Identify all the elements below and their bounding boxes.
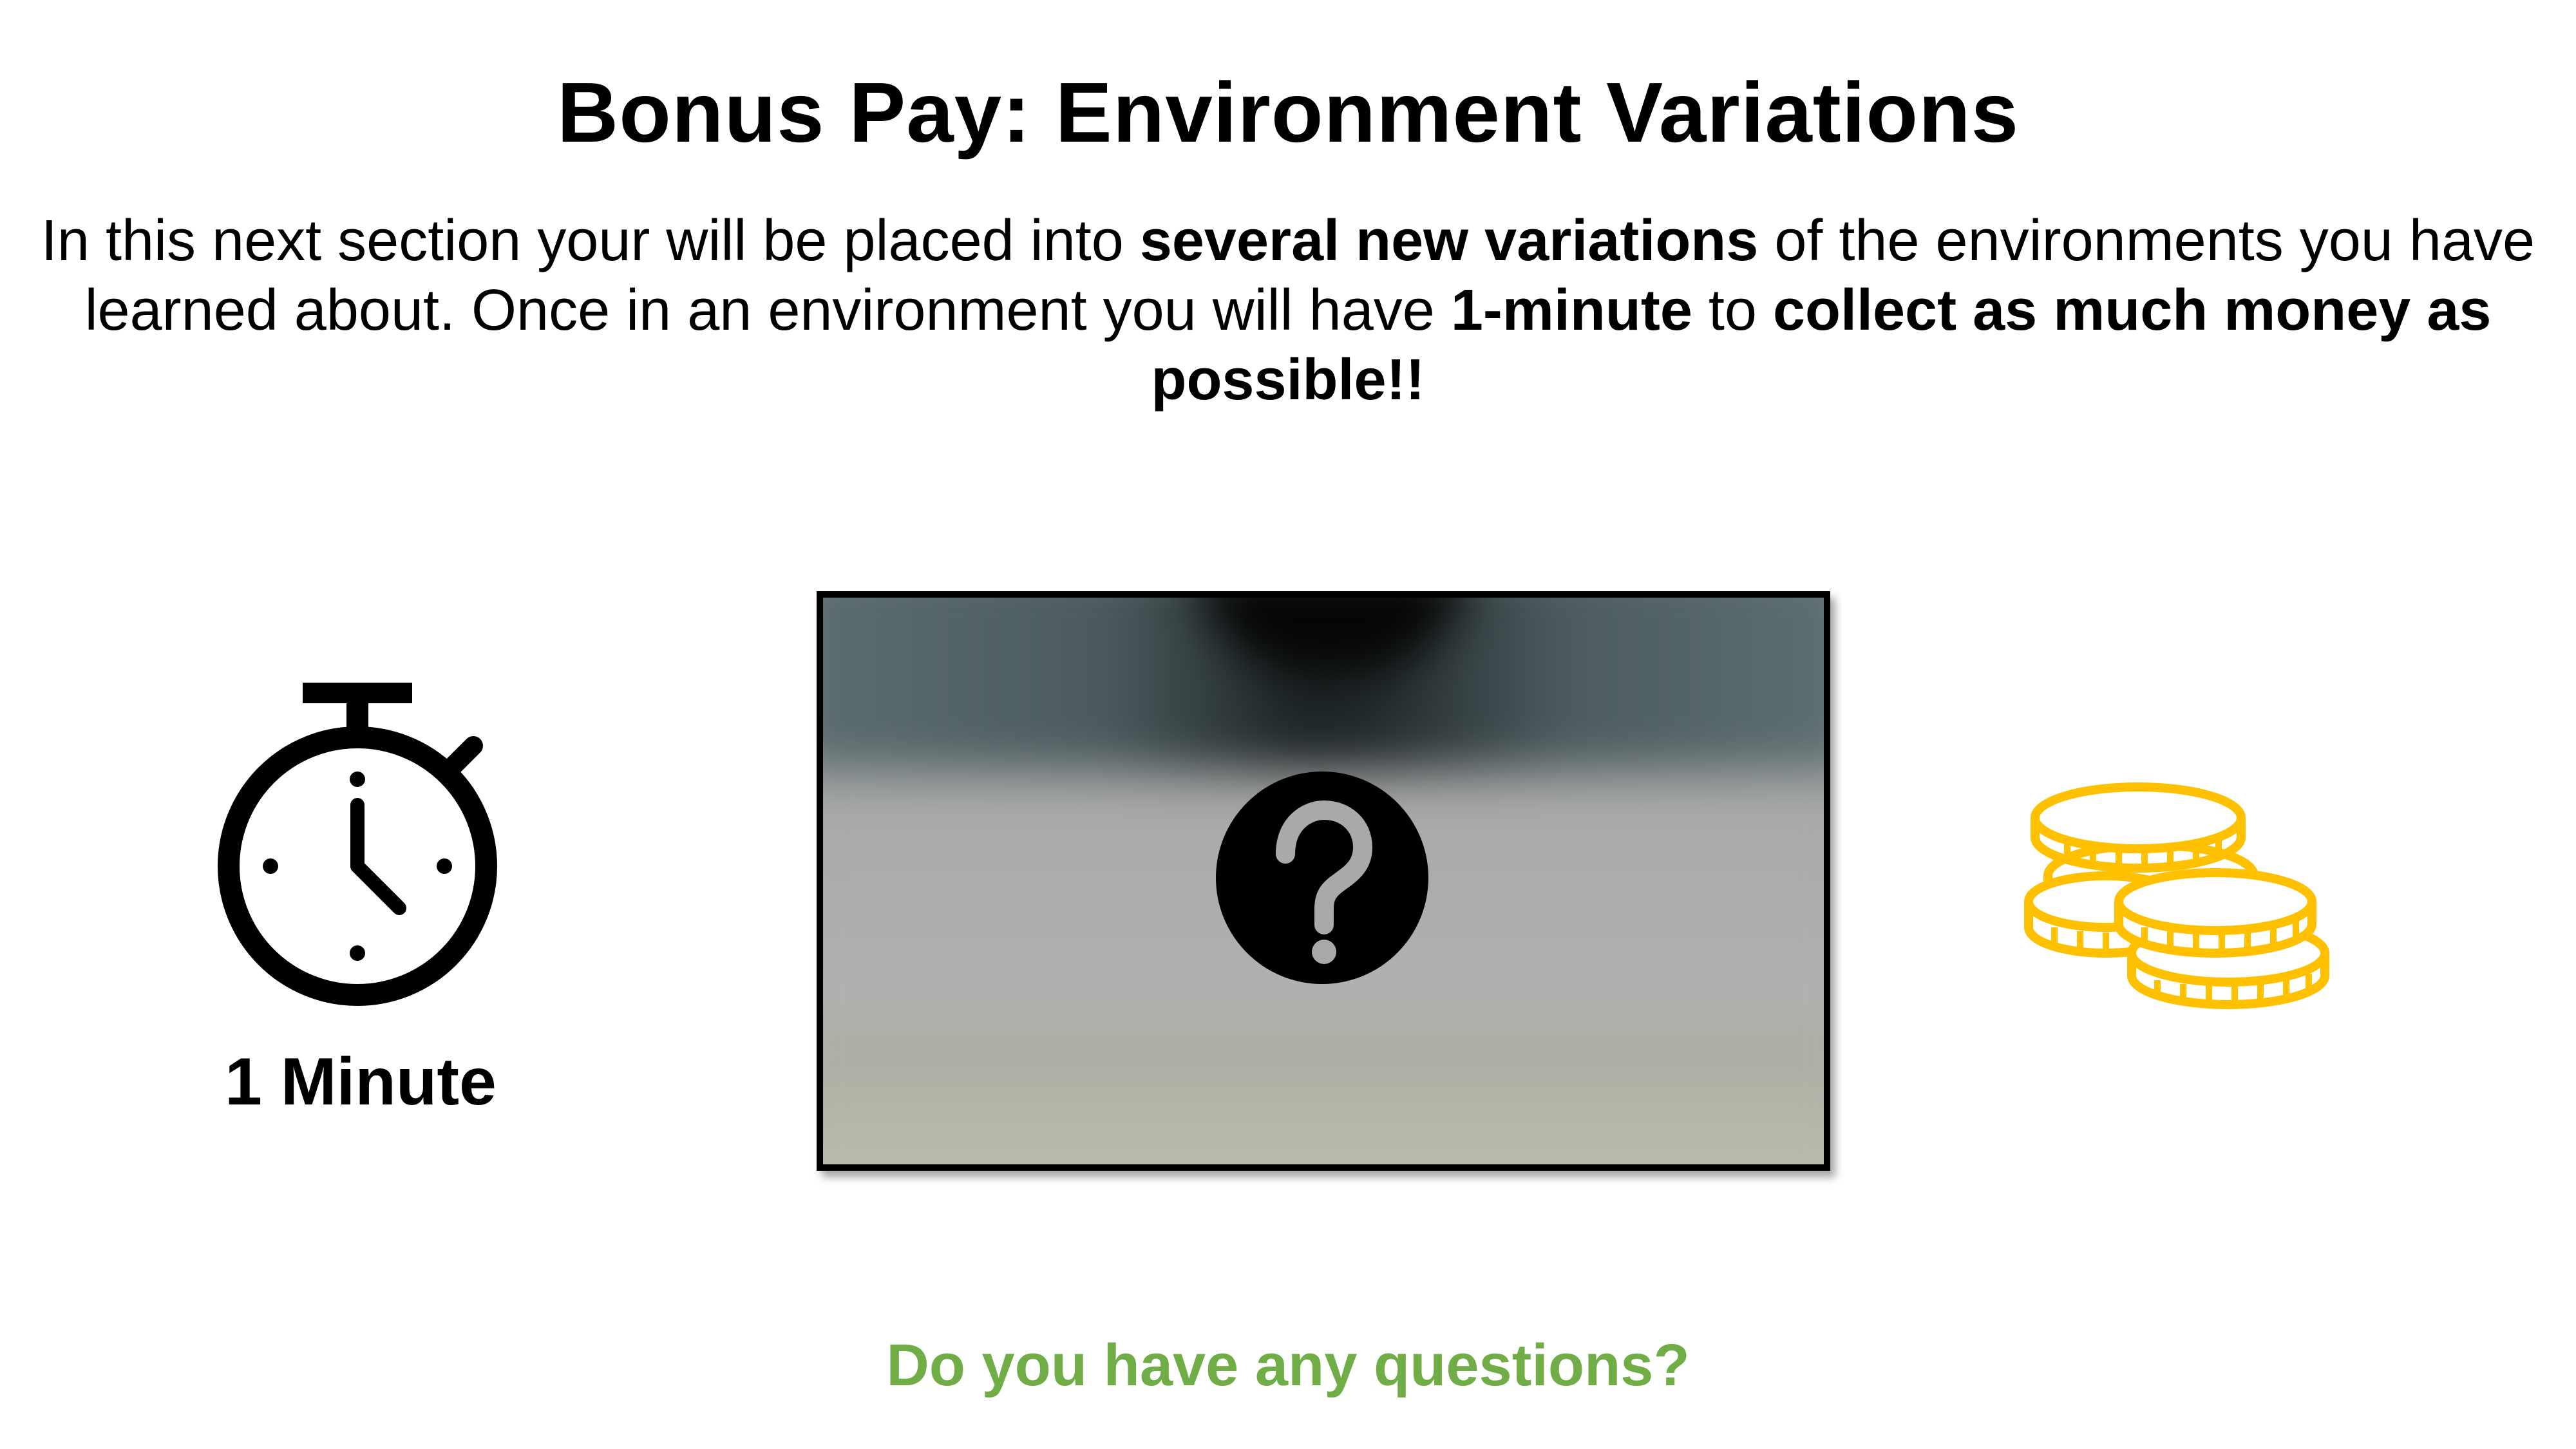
questions-prompt: Do you have any questions? <box>886 1332 1690 1398</box>
intro-bold-variations: several new variations <box>1139 209 1759 273</box>
slide-title: Bonus Pay: Environment Variations <box>556 65 2020 160</box>
intro-text-1: In this next section your will be placed… <box>41 209 1140 273</box>
question-mark-icon <box>1216 772 1428 984</box>
scene-floor <box>823 1029 1824 1164</box>
intro-paragraph: In this next section your will be placed… <box>39 206 2537 415</box>
coin-stack-front <box>2114 868 2329 1009</box>
stopwatch-icon <box>218 683 497 1006</box>
intro-text-3: to <box>1692 278 1773 343</box>
timer-label: 1 Minute <box>225 1045 497 1119</box>
coins-icon <box>2024 782 2329 1009</box>
intro-bold-duration: 1-minute <box>1450 278 1692 343</box>
